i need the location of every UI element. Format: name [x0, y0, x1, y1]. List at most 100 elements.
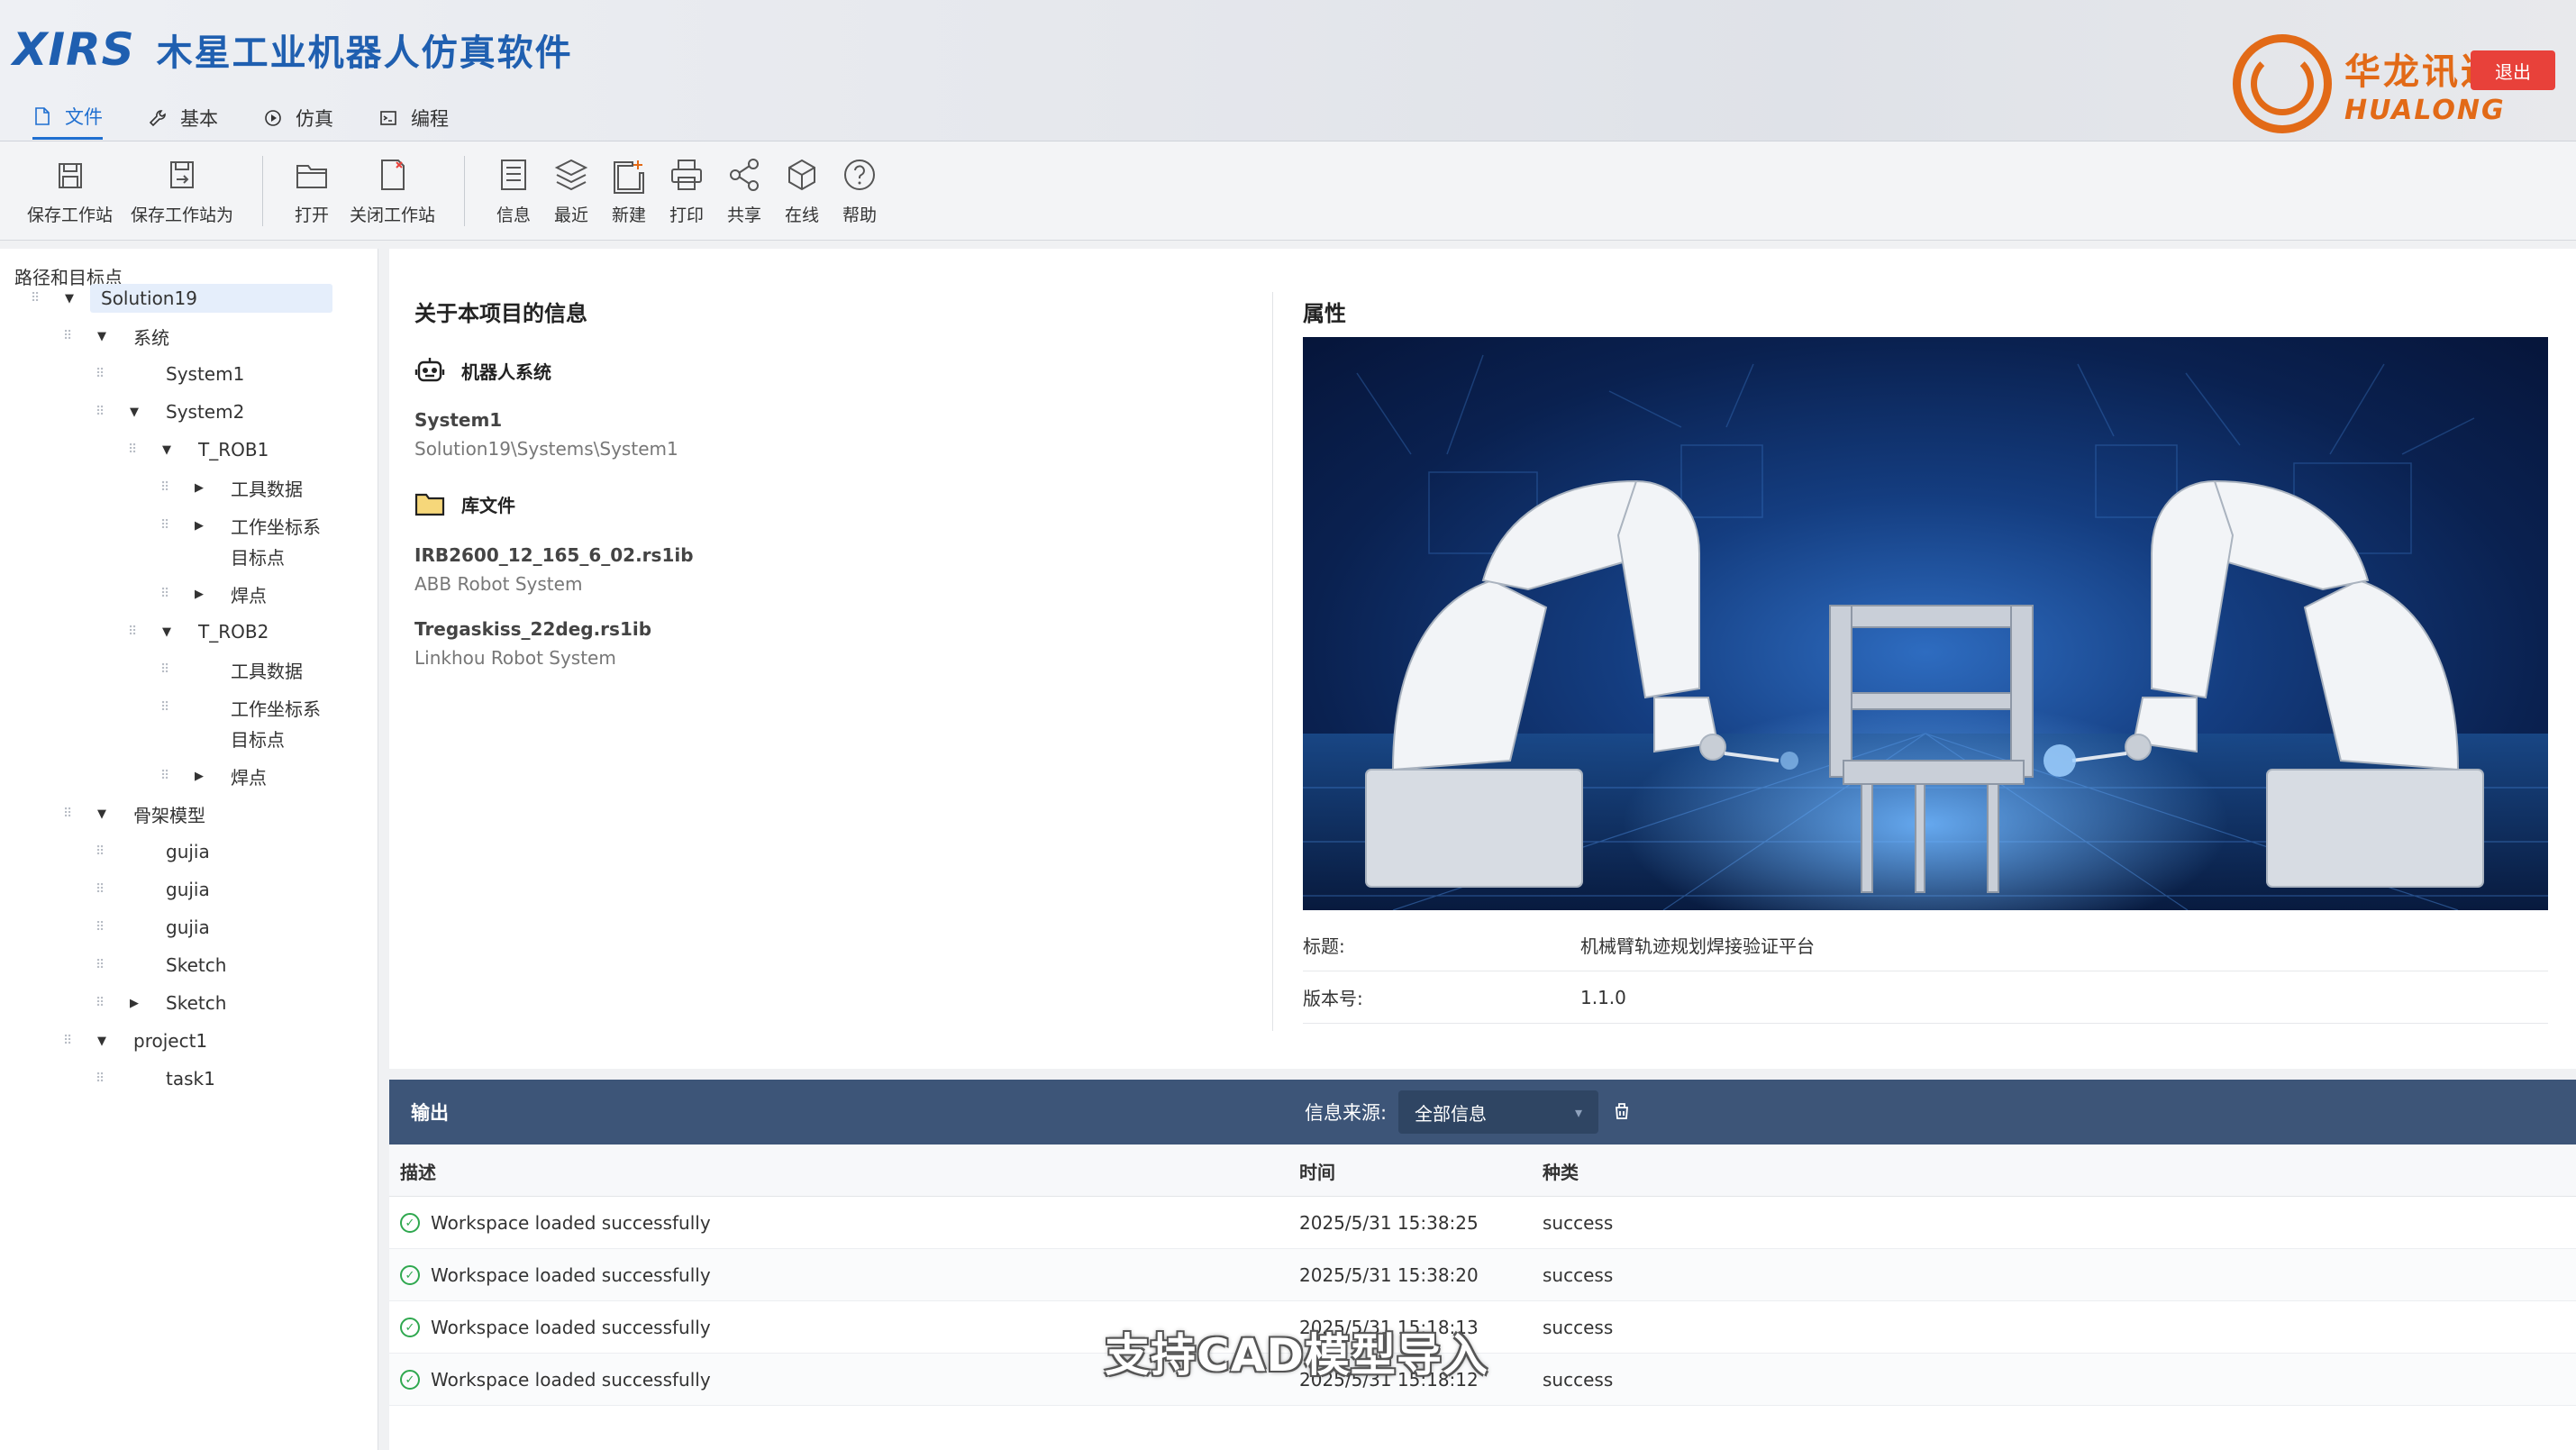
- drag-handle-icon[interactable]: ⠿: [31, 291, 40, 306]
- drag-handle-icon[interactable]: ⠿: [160, 700, 169, 715]
- tree-node[interactable]: ⠿ ▼ Solution19: [0, 281, 369, 315]
- caret-right-icon[interactable]: ▶: [130, 997, 139, 1010]
- tab-programming[interactable]: 编程: [378, 103, 449, 140]
- tree-node[interactable]: ⠿ ▶ 工作坐标系: [0, 508, 369, 543]
- brand-logo: 华龙讯达 HUALONG: [2233, 34, 2506, 133]
- column-header-desc[interactable]: 描述: [400, 1144, 436, 1197]
- share-button[interactable]: 共享: [715, 146, 773, 236]
- caret-right-icon[interactable]: ▶: [195, 519, 204, 533]
- tree-node[interactable]: 目标点: [0, 539, 369, 573]
- caret-right-icon[interactable]: ▶: [195, 588, 204, 601]
- library-heading: 库文件: [414, 490, 515, 517]
- tree-node[interactable]: ⠿ System1: [0, 357, 369, 391]
- drag-handle-icon[interactable]: ⠿: [160, 480, 169, 495]
- drag-handle-icon[interactable]: ⠿: [96, 920, 105, 935]
- drag-handle-icon[interactable]: ⠿: [160, 662, 169, 677]
- drag-handle-icon[interactable]: ⠿: [96, 996, 105, 1010]
- drag-handle-icon[interactable]: ⠿: [96, 958, 105, 972]
- tree-node[interactable]: ⠿ ▼ T_ROB2: [0, 615, 369, 649]
- tree-node[interactable]: ⠿ ▼ System2: [0, 395, 369, 429]
- library-name[interactable]: IRB2600_12_165_6_02.rs1ib: [414, 544, 694, 566]
- drag-handle-icon[interactable]: ⠿: [160, 518, 169, 533]
- output-header: 输出 信息来源: 全部信息 ▾: [389, 1080, 2576, 1144]
- recent-button[interactable]: 最近: [542, 146, 600, 236]
- drag-handle-icon[interactable]: ⠿: [96, 367, 105, 381]
- print-button[interactable]: 打印: [658, 146, 715, 236]
- tree-node[interactable]: ⠿ task1: [0, 1062, 369, 1096]
- tree-node[interactable]: ⠿ 工具数据: [0, 652, 369, 687]
- tree-node[interactable]: ⠿ ▶ 焊点: [0, 577, 369, 611]
- tree-node[interactable]: ⠿ ▶ 焊点: [0, 759, 369, 793]
- property-value[interactable]: 机械臂轨迹规划焊接验证平台: [1580, 932, 1815, 958]
- tree-node[interactable]: ⠿ ▼ project1: [0, 1024, 369, 1058]
- tree-node[interactable]: ⠿ Sketch: [0, 948, 369, 982]
- source-select[interactable]: 全部信息 ▾: [1398, 1090, 1598, 1134]
- help-button[interactable]: 帮助: [831, 146, 888, 236]
- path-tree-panel: 路径和目标点 ⠿ ▼ Solution19 ⠿ ▼ 系统 ⠿ System1 ⠿ ▼ System2…: [0, 249, 378, 1450]
- caret-down-icon[interactable]: ▼: [97, 807, 106, 821]
- caret-down-icon[interactable]: ▼: [162, 443, 171, 457]
- drag-handle-icon[interactable]: ⠿: [160, 769, 169, 783]
- tree-node[interactable]: 目标点: [0, 721, 369, 755]
- tree-node[interactable]: ⠿ 工作坐标系: [0, 690, 369, 725]
- column-header-type[interactable]: 种类: [1543, 1144, 1579, 1197]
- row-desc: Workspace loaded successfully: [431, 1212, 711, 1234]
- drag-handle-icon[interactable]: ⠿: [96, 882, 105, 897]
- tree-node[interactable]: ⠿ ▼ 系统: [0, 319, 369, 353]
- info-button[interactable]: 信息: [485, 146, 542, 236]
- caret-right-icon[interactable]: ▶: [195, 770, 204, 783]
- save-station-button[interactable]: 保存工作站: [18, 146, 122, 236]
- property-value[interactable]: 1.1.0: [1580, 987, 1626, 1008]
- caret-right-icon[interactable]: ▶: [195, 481, 204, 495]
- tab-file[interactable]: 文件: [32, 103, 103, 140]
- system-name[interactable]: System1: [414, 409, 502, 431]
- help-label: 帮助: [842, 205, 878, 225]
- tree-node[interactable]: ⠿ gujia: [0, 872, 369, 907]
- drag-handle-icon[interactable]: ⠿: [160, 587, 169, 601]
- open-button[interactable]: 打开: [283, 146, 341, 236]
- save-station-as-button[interactable]: 保存工作站为: [122, 146, 242, 236]
- output-row[interactable]: ✓ Workspace loaded successfully 2025/5/31…: [389, 1249, 2576, 1301]
- share-icon: [730, 159, 760, 191]
- drag-handle-icon[interactable]: ⠿: [128, 442, 137, 457]
- tree-node[interactable]: ⠿ ▼ T_ROB1: [0, 433, 369, 467]
- clear-output-icon[interactable]: [1611, 1099, 1636, 1125]
- output-table-header: 描述 时间 种类: [389, 1144, 2576, 1197]
- tree-node-label: 工具数据: [231, 478, 303, 500]
- drag-handle-icon[interactable]: ⠿: [96, 1072, 105, 1086]
- tree-node-label: T_ROB2: [198, 621, 269, 643]
- tree-node-label: task1: [166, 1068, 215, 1090]
- caret-down-icon[interactable]: ▼: [130, 406, 139, 419]
- info-label: 信息: [496, 205, 532, 225]
- tree-node[interactable]: ⠿ ▶ 工具数据: [0, 470, 369, 505]
- drag-handle-icon[interactable]: ⠿: [63, 1034, 72, 1048]
- tree-node[interactable]: ⠿ ▶ Sketch: [0, 986, 369, 1020]
- online-button[interactable]: 在线: [773, 146, 831, 236]
- caret-down-icon[interactable]: ▼: [97, 330, 106, 343]
- new-button[interactable]: 新建: [600, 146, 658, 236]
- tab-basic[interactable]: 基本: [148, 103, 218, 140]
- tab-simulation[interactable]: 仿真: [263, 103, 333, 140]
- tab-label: 文件: [65, 106, 103, 128]
- output-row[interactable]: ✓ Workspace loaded successfully 2025/5/31…: [389, 1197, 2576, 1249]
- tree-node[interactable]: ⠿ ▼ 骨架模型: [0, 797, 369, 831]
- tree-node[interactable]: ⠿ gujia: [0, 834, 369, 869]
- drag-handle-icon[interactable]: ⠿: [96, 844, 105, 859]
- library-desc: Linkhou Robot System: [414, 647, 616, 669]
- layers-icon: [554, 159, 588, 191]
- tab-label: 基本: [180, 107, 218, 130]
- caret-down-icon[interactable]: ▼: [97, 1035, 106, 1048]
- caret-down-icon[interactable]: ▼: [65, 292, 74, 306]
- close-station-button[interactable]: 关闭工作站: [341, 146, 444, 236]
- library-name[interactable]: Tregaskiss_22deg.rs1ib: [414, 618, 651, 640]
- drag-handle-icon[interactable]: ⠿: [128, 625, 137, 639]
- caret-down-icon[interactable]: ▼: [162, 625, 171, 639]
- success-icon: ✓: [400, 1318, 420, 1337]
- column-header-time[interactable]: 时间: [1299, 1144, 1335, 1197]
- tree-node-label: 系统: [133, 326, 169, 349]
- drag-handle-icon[interactable]: ⠿: [63, 329, 72, 343]
- drag-handle-icon[interactable]: ⠿: [63, 807, 72, 821]
- exit-button[interactable]: 退出: [2471, 50, 2555, 90]
- tree-node[interactable]: ⠿ gujia: [0, 910, 369, 944]
- drag-handle-icon[interactable]: ⠿: [96, 405, 105, 419]
